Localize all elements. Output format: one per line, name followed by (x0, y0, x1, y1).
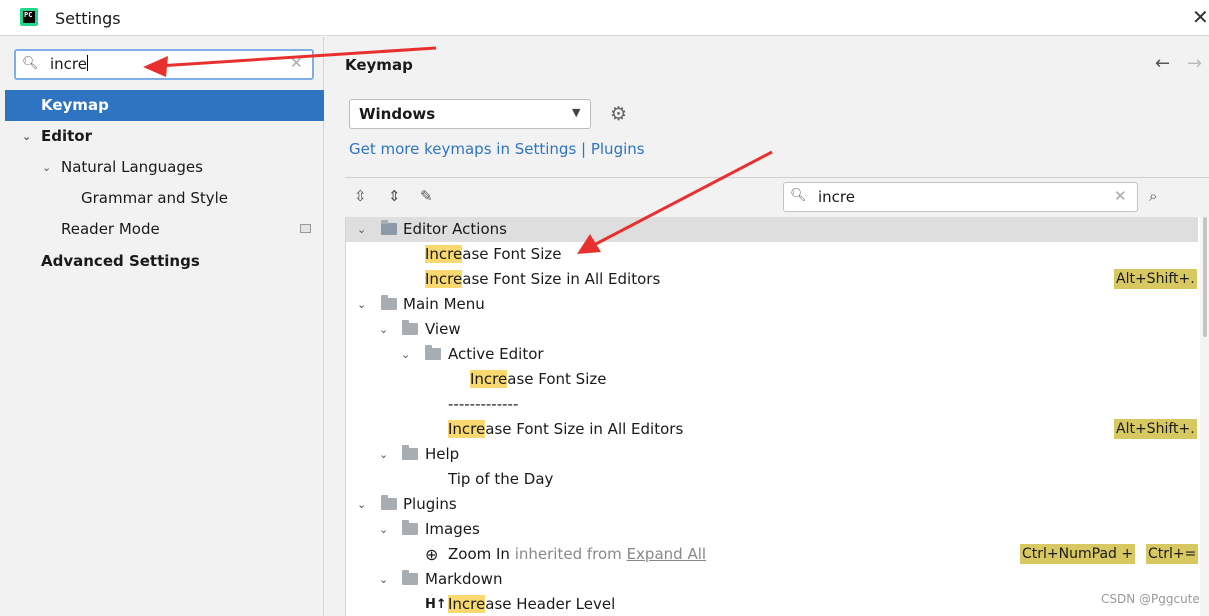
tree-row-active-editor[interactable]: ⌄ Active Editor (346, 342, 1198, 367)
collapse-all-icon[interactable]: ⇕ (388, 187, 401, 205)
chevron-down-icon[interactable]: ⌄ (357, 292, 366, 317)
tree-row-tip-of-the-day[interactable]: Tip of the Day (346, 467, 1198, 492)
search-icon: 🔍︎ (22, 56, 39, 71)
tree-row-increase-header-level[interactable]: H↑ Increase Header Level (346, 592, 1198, 616)
search-match-highlight: Incre (448, 420, 486, 438)
folder-icon (381, 495, 397, 510)
search-match-highlight: Incre (448, 595, 486, 613)
toolbar-divider (345, 177, 1209, 178)
folder-icon (402, 570, 418, 585)
keymap-dropdown-value: Windows (359, 105, 436, 123)
sidebar-item-keymap[interactable]: Keymap (5, 90, 324, 121)
tree-row-images[interactable]: ⌄ Images (346, 517, 1198, 542)
action-filter-input[interactable]: 🔍︎ incre ✕ (783, 182, 1138, 212)
chevron-down-icon[interactable]: ⌄ (42, 152, 51, 183)
sidebar-item-reader-mode[interactable]: Reader Mode (0, 214, 324, 245)
tree-row-zoom-in[interactable]: ⊕ Zoom In inherited from Expand All Ctrl… (346, 542, 1199, 567)
settings-search-value: incre (50, 55, 87, 73)
shortcut-badge: Alt+Shift+. (1114, 419, 1197, 439)
chevron-down-icon[interactable]: ⌄ (379, 442, 388, 467)
editor-actions-folder-icon (381, 220, 397, 235)
shortcut-badge: Ctrl+NumPad + (1020, 544, 1136, 564)
get-keymaps-link[interactable]: Get more keymaps in Settings | Plugins (349, 140, 645, 158)
gear-icon[interactable]: ⚙ (610, 103, 627, 125)
search-icon: 🔍︎ (790, 188, 807, 203)
sidebar-item-grammar-and-style[interactable]: Grammar and Style (0, 183, 324, 214)
tree-row-increase-font-size[interactable]: Increase Font Size (346, 242, 1198, 267)
clear-filter-icon[interactable]: ✕ (1114, 187, 1127, 205)
keymap-tree: ⌄ Editor Actions Increase Font Size Incr… (345, 217, 1209, 616)
watermark: CSDN @Pggcute (1101, 592, 1200, 606)
sidebar-item-advanced-settings[interactable]: Advanced Settings (0, 246, 324, 277)
chevron-down-icon[interactable]: ⌄ (379, 517, 388, 542)
project-level-icon (300, 224, 311, 233)
chevron-down-icon[interactable]: ⌄ (22, 121, 31, 152)
chevron-down-icon[interactable]: ⌄ (379, 317, 388, 342)
tree-row-plugins[interactable]: ⌄ Plugins (346, 492, 1198, 517)
folder-icon (402, 320, 418, 335)
forward-arrow-icon[interactable]: → (1187, 53, 1202, 74)
chevron-down-icon[interactable]: ⌄ (379, 567, 388, 592)
chevron-down-icon: ▼ (572, 106, 581, 119)
chevron-down-icon[interactable]: ⌄ (401, 342, 410, 367)
tree-row-separator: ------------- (448, 395, 519, 413)
scrollbar-thumb[interactable] (1203, 217, 1207, 337)
sidebar-item-editor[interactable]: ⌄ Editor (0, 121, 324, 152)
shortcut-badge: Alt+Shift+. (1114, 269, 1197, 289)
edit-shortcut-icon[interactable]: ✎ (420, 187, 433, 205)
folder-icon (402, 520, 418, 535)
chevron-down-icon[interactable]: ⌄ (357, 217, 366, 242)
close-icon[interactable]: ✕ (1192, 6, 1209, 28)
find-by-shortcut-icon[interactable]: ⌕ (1149, 187, 1157, 205)
tree-row-increase-font-size-all[interactable]: Increase Font Size in All Editors Alt+Sh… (346, 267, 1198, 292)
tree-row-view[interactable]: ⌄ View (346, 317, 1198, 342)
back-arrow-icon[interactable]: ← (1155, 53, 1170, 74)
settings-search-input[interactable]: 🔍︎ incre ✕ (14, 49, 314, 80)
sidebar-item-natural-languages[interactable]: ⌄ Natural Languages (0, 152, 324, 183)
search-match-highlight: Incre (470, 370, 508, 388)
folder-icon (425, 345, 441, 360)
pycharm-icon: PC (20, 8, 38, 26)
expand-all-link[interactable]: Expand All (627, 545, 706, 563)
tree-row-markdown[interactable]: ⌄ Markdown (346, 567, 1198, 592)
clear-search-icon[interactable]: ✕ (290, 54, 303, 72)
tree-row-help[interactable]: ⌄ Help (346, 442, 1198, 467)
search-match-highlight: Incre (425, 245, 463, 263)
action-filter-value: incre (818, 188, 855, 206)
zoom-in-icon: ⊕ (425, 545, 439, 564)
tree-row-main-menu[interactable]: ⌄ Main Menu (346, 292, 1198, 317)
page-title: Keymap (345, 56, 413, 74)
chevron-down-icon[interactable]: ⌄ (357, 492, 366, 517)
window-title: Settings (55, 9, 121, 28)
header-level-icon: H↑ (425, 597, 447, 612)
shortcut-badge: Ctrl+= (1146, 544, 1199, 564)
title-bar: PC Settings ✕ (0, 0, 1209, 36)
settings-sidebar: 🔍︎ incre ✕ Keymap ⌄ Editor ⌄ Natural Lan… (0, 37, 324, 616)
tree-row-increase-font-size-active[interactable]: Increase Font Size (346, 367, 1198, 392)
keymap-dropdown[interactable]: Windows ▼ (349, 99, 591, 129)
tree-row-increase-font-size-all-view[interactable]: Increase Font Size in All Editors Alt+Sh… (346, 417, 1198, 442)
menu-folder-icon (381, 295, 397, 310)
keymap-panel: Keymap ← → Windows ▼ ⚙ Get more keymaps … (325, 37, 1209, 616)
search-match-highlight: Incre (425, 270, 463, 288)
tree-row-editor-actions[interactable]: ⌄ Editor Actions (346, 217, 1198, 242)
expand-all-icon[interactable]: ⇳ (354, 187, 367, 205)
folder-icon (402, 445, 418, 460)
